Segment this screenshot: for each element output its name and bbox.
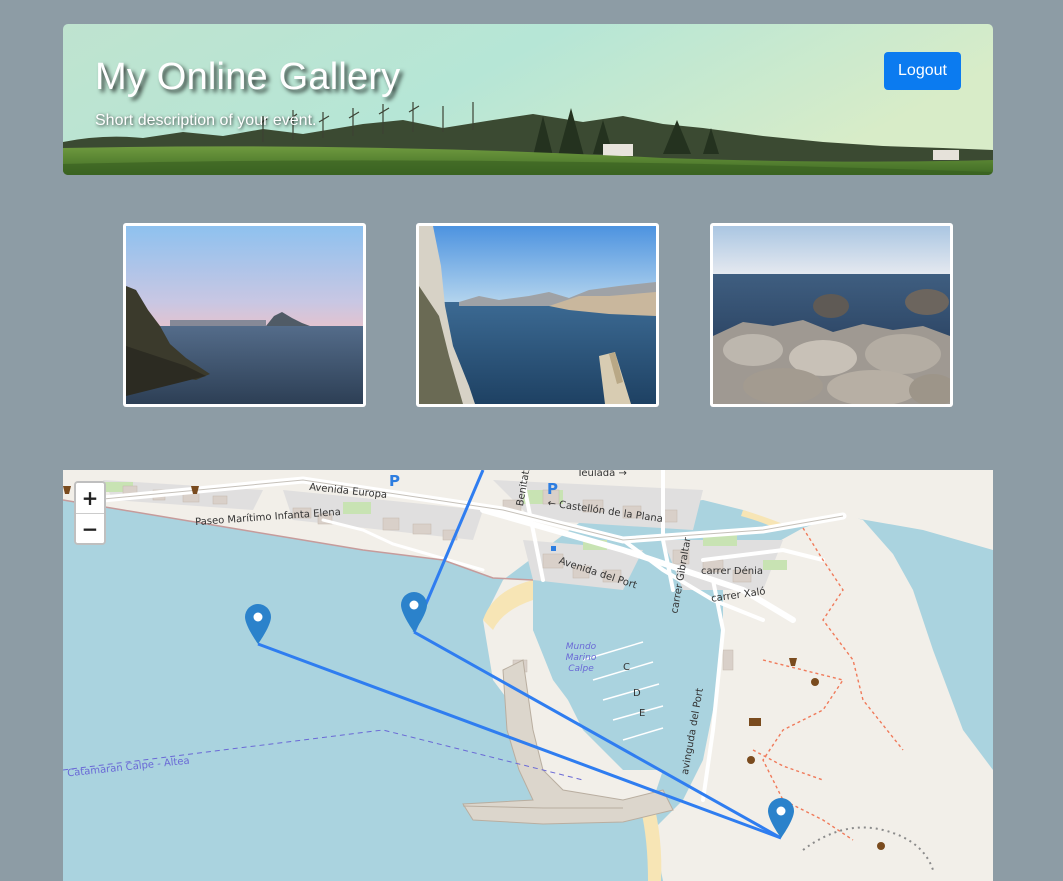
zoom-in-button[interactable]: + (76, 483, 104, 513)
map-label-parking-2: P (547, 480, 558, 498)
map-label-pier-d: D (633, 688, 641, 699)
map-marker-3[interactable] (768, 798, 794, 838)
photo-rocks-sea-image (713, 226, 950, 404)
map-label-teulada: Teulada → (577, 470, 627, 479)
map-label-pier-c: C (623, 662, 630, 673)
gallery-photo-2[interactable] (416, 223, 659, 407)
banner-landscape-image (63, 24, 993, 175)
page: My Online Gallery Short description of y… (0, 0, 1063, 881)
photo-bay-cliff-image (419, 226, 656, 404)
map-marker-2[interactable] (401, 592, 427, 632)
map-label-parking-1: P (389, 472, 400, 490)
map-label-carrer-denia: carrer Dénia (701, 566, 763, 577)
gallery-photo-1[interactable] (123, 223, 366, 407)
map-label-pier-e: E (639, 708, 646, 719)
map-marker-1[interactable] (245, 604, 271, 644)
logout-button[interactable]: Logout (884, 52, 961, 90)
photo-coast-penyal-image (126, 226, 363, 404)
page-subtitle: Short description of your event. (95, 112, 317, 129)
gallery-photo-3[interactable] (710, 223, 953, 407)
header-banner: My Online Gallery Short description of y… (63, 24, 993, 175)
location-map[interactable]: Teulada → Avenida Europa Paseo Marítimo … (63, 470, 993, 881)
zoom-out-button[interactable]: − (76, 513, 104, 543)
map-label-mundo-marino: Mundo Marino Calpe (565, 642, 597, 674)
map-zoom-control: + − (74, 481, 106, 545)
page-title: My Online Gallery (95, 56, 401, 98)
map-tiles (63, 470, 993, 881)
